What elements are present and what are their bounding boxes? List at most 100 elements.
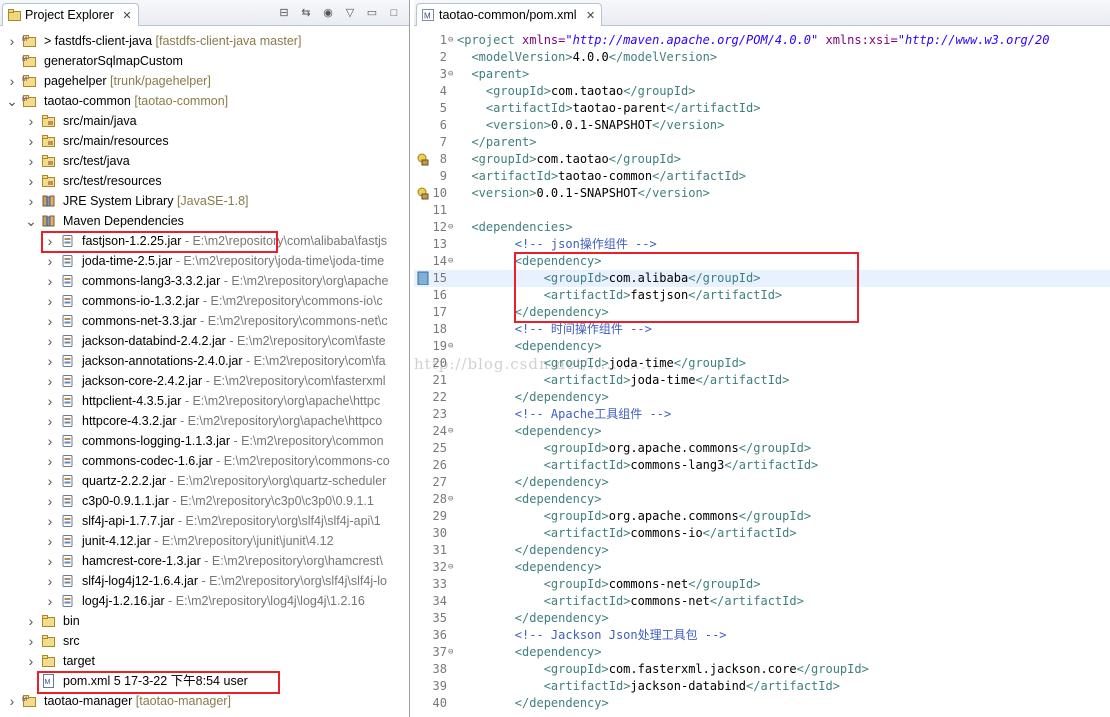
link-with-editor-icon[interactable]: ⇆ xyxy=(299,6,313,20)
collapsed-arrow-icon[interactable]: › xyxy=(6,71,18,91)
code-line[interactable]: 28 ⊖ <dependency> xyxy=(414,491,1110,508)
tree-item[interactable]: › jackson-databind-2.4.2.jar - E:\m2\repo… xyxy=(0,331,409,351)
tree-item[interactable]: › src/test/resources xyxy=(0,171,409,191)
collapsed-arrow-icon[interactable]: › xyxy=(44,471,56,491)
code-line[interactable]: 27 </dependency> xyxy=(414,474,1110,491)
tree-item[interactable]: › bin xyxy=(0,611,409,631)
code-line[interactable]: 12 ⊖ <dependencies> xyxy=(414,219,1110,236)
tree-item[interactable]: ⌄ Maven Dependencies xyxy=(0,211,409,231)
tree-item[interactable]: › httpcore-4.3.2.jar - E:\m2\repository\o… xyxy=(0,411,409,431)
collapsed-arrow-icon[interactable]: › xyxy=(25,111,37,131)
tree-item[interactable]: › log4j-1.2.16.jar - E:\m2\repository\log… xyxy=(0,591,409,611)
collapsed-arrow-icon[interactable]: › xyxy=(44,251,56,271)
code-line[interactable]: 13 <!-- json操作组件 --> xyxy=(414,236,1110,253)
code-editor[interactable]: 1 ⊖ <project xmlns="http://maven.apache.or… xyxy=(414,32,1110,712)
code-line[interactable]: 10 <version>0.0.1-SNAPSHOT</version> xyxy=(414,185,1110,202)
tree-item[interactable]: › src/main/java xyxy=(0,111,409,131)
code-line[interactable]: 29 <groupId>org.apache.commons</groupId> xyxy=(414,508,1110,525)
collapsed-arrow-icon[interactable]: › xyxy=(25,611,37,631)
code-line[interactable]: 30 <artifactId>commons-io</artifactId> xyxy=(414,525,1110,542)
collapsed-arrow-icon[interactable]: › xyxy=(44,351,56,371)
tree-item[interactable]: › commons-lang3-3.3.2.jar - E:\m2\reposit… xyxy=(0,271,409,291)
collapsed-arrow-icon[interactable]: › xyxy=(25,171,37,191)
fold-toggle-icon[interactable]: ⊖ xyxy=(448,491,457,508)
collapsed-arrow-icon[interactable]: › xyxy=(44,491,56,511)
tree-item[interactable]: › jackson-core-2.4.2.jar - E:\m2\reposito… xyxy=(0,371,409,391)
code-line[interactable]: 25 <groupId>org.apache.commons</groupId> xyxy=(414,440,1110,457)
tree-item[interactable]: › jackson-annotations-2.4.0.jar - E:\m2\r… xyxy=(0,351,409,371)
expanded-arrow-icon[interactable]: ⌄ xyxy=(25,211,37,231)
tree-item[interactable]: › commons-net-3.3.jar - E:\m2\repository\… xyxy=(0,311,409,331)
tree-item[interactable]: › src/test/java xyxy=(0,151,409,171)
tree-item[interactable]: MgeneratorSqlmapCustom xyxy=(0,51,409,71)
code-line[interactable]: 38 <groupId>com.fasterxml.jackson.core</… xyxy=(414,661,1110,678)
collapsed-arrow-icon[interactable]: › xyxy=(44,571,56,591)
code-line[interactable]: 4 <groupId>com.taotao</groupId> xyxy=(414,83,1110,100)
code-line[interactable]: 23 <!-- Apache工具组件 --> xyxy=(414,406,1110,423)
tab-pom-xml[interactable]: M taotao-common/pom.xml ✕ xyxy=(416,3,603,26)
fold-toggle-icon[interactable]: ⊖ xyxy=(448,338,457,355)
tab-project-explorer[interactable]: Project Explorer ✕ xyxy=(2,3,139,26)
tree-item[interactable]: › slf4j-log4j12-1.6.4.jar - E:\m2\reposit… xyxy=(0,571,409,591)
collapsed-arrow-icon[interactable]: › xyxy=(44,511,56,531)
fold-toggle-icon[interactable]: ⊖ xyxy=(448,423,457,440)
code-line[interactable]: 22 </dependency> xyxy=(414,389,1110,406)
tree-item[interactable]: › Mtaotao-manager [taotao-manager] xyxy=(0,691,409,711)
code-line[interactable]: 33 <groupId>commons-net</groupId> xyxy=(414,576,1110,593)
collapsed-arrow-icon[interactable]: › xyxy=(44,391,56,411)
tree-item[interactable]: › hamcrest-core-1.3.jar - E:\m2\repositor… xyxy=(0,551,409,571)
fold-toggle-icon[interactable]: ⊖ xyxy=(448,32,457,49)
collapsed-arrow-icon[interactable]: › xyxy=(44,531,56,551)
expanded-arrow-icon[interactable]: ⌄ xyxy=(6,91,18,111)
code-line[interactable]: 7 </parent> xyxy=(414,134,1110,151)
tree-item[interactable]: › junit-4.12.jar - E:\m2\repository\junit… xyxy=(0,531,409,551)
tree-item[interactable]: › httpclient-4.3.5.jar - E:\m2\repository… xyxy=(0,391,409,411)
fold-toggle-icon[interactable]: ⊖ xyxy=(448,219,457,236)
tree-item[interactable]: › commons-codec-1.6.jar - E:\m2\repositor… xyxy=(0,451,409,471)
collapsed-arrow-icon[interactable]: › xyxy=(44,591,56,611)
tree-item[interactable]: › src/main/resources xyxy=(0,131,409,151)
code-line[interactable]: 37 ⊖ <dependency> xyxy=(414,644,1110,661)
tree-item[interactable]: › slf4j-api-1.7.7.jar - E:\m2\repository\… xyxy=(0,511,409,531)
code-line[interactable]: 8 <groupId>com.taotao</groupId> xyxy=(414,151,1110,168)
collapsed-arrow-icon[interactable]: › xyxy=(44,271,56,291)
code-line[interactable]: 36 <!-- Jackson Json处理工具包 --> xyxy=(414,627,1110,644)
tree-item[interactable]: › target xyxy=(0,651,409,671)
code-line[interactable]: 9 <artifactId>taotao-common</artifactId> xyxy=(414,168,1110,185)
collapsed-arrow-icon[interactable]: › xyxy=(44,331,56,351)
code-line[interactable]: 21 <artifactId>joda-time</artifactId> xyxy=(414,372,1110,389)
collapsed-arrow-icon[interactable]: › xyxy=(44,551,56,571)
fold-toggle-icon[interactable]: ⊖ xyxy=(448,253,457,270)
maximize-icon[interactable]: □ xyxy=(387,6,401,20)
collapsed-arrow-icon[interactable]: › xyxy=(44,431,56,451)
code-line[interactable]: 11 xyxy=(414,202,1110,219)
collapsed-arrow-icon[interactable]: › xyxy=(6,31,18,51)
tree-item[interactable]: › c3p0-0.9.1.1.jar - E:\m2\repository\c3p… xyxy=(0,491,409,511)
fold-toggle-icon[interactable]: ⊖ xyxy=(448,644,457,661)
collapsed-arrow-icon[interactable]: › xyxy=(25,651,37,671)
code-line[interactable]: 26 <artifactId>commons-lang3</artifactId… xyxy=(414,457,1110,474)
tree-item[interactable]: › commons-logging-1.1.3.jar - E:\m2\repos… xyxy=(0,431,409,451)
fold-toggle-icon[interactable]: ⊖ xyxy=(448,559,457,576)
close-icon[interactable]: ✕ xyxy=(122,10,131,22)
tree-item[interactable]: › Mpagehelper [trunk/pagehelper] xyxy=(0,71,409,91)
code-line[interactable]: 40 </dependency> xyxy=(414,695,1110,712)
collapsed-arrow-icon[interactable]: › xyxy=(25,131,37,151)
collapsed-arrow-icon[interactable]: › xyxy=(44,451,56,471)
collapsed-arrow-icon[interactable]: › xyxy=(25,151,37,171)
code-line[interactable]: 3 ⊖ <parent> xyxy=(414,66,1110,83)
collapse-all-icon[interactable]: ⊟ xyxy=(277,6,291,20)
code-line[interactable]: 2 <modelVersion>4.0.0</modelVersion> xyxy=(414,49,1110,66)
code-line[interactable]: 6 <version>0.0.1-SNAPSHOT</version> xyxy=(414,117,1110,134)
tree-item[interactable]: › src xyxy=(0,631,409,651)
code-line[interactable]: 35 </dependency> xyxy=(414,610,1110,627)
view-menu-icon[interactable]: ▽ xyxy=(343,6,357,20)
collapsed-arrow-icon[interactable]: › xyxy=(25,191,37,211)
close-icon[interactable]: ✕ xyxy=(586,10,595,22)
code-line[interactable]: 32 ⊖ <dependency> xyxy=(414,559,1110,576)
code-line[interactable]: 39 <artifactId>jackson-databind</artifac… xyxy=(414,678,1110,695)
tree-item[interactable]: › JRE System Library [JavaSE-1.8] xyxy=(0,191,409,211)
collapsed-arrow-icon[interactable]: › xyxy=(6,691,18,711)
code-line[interactable]: 1 ⊖ <project xmlns="http://maven.apache.or… xyxy=(414,32,1110,49)
collapsed-arrow-icon[interactable]: › xyxy=(44,371,56,391)
